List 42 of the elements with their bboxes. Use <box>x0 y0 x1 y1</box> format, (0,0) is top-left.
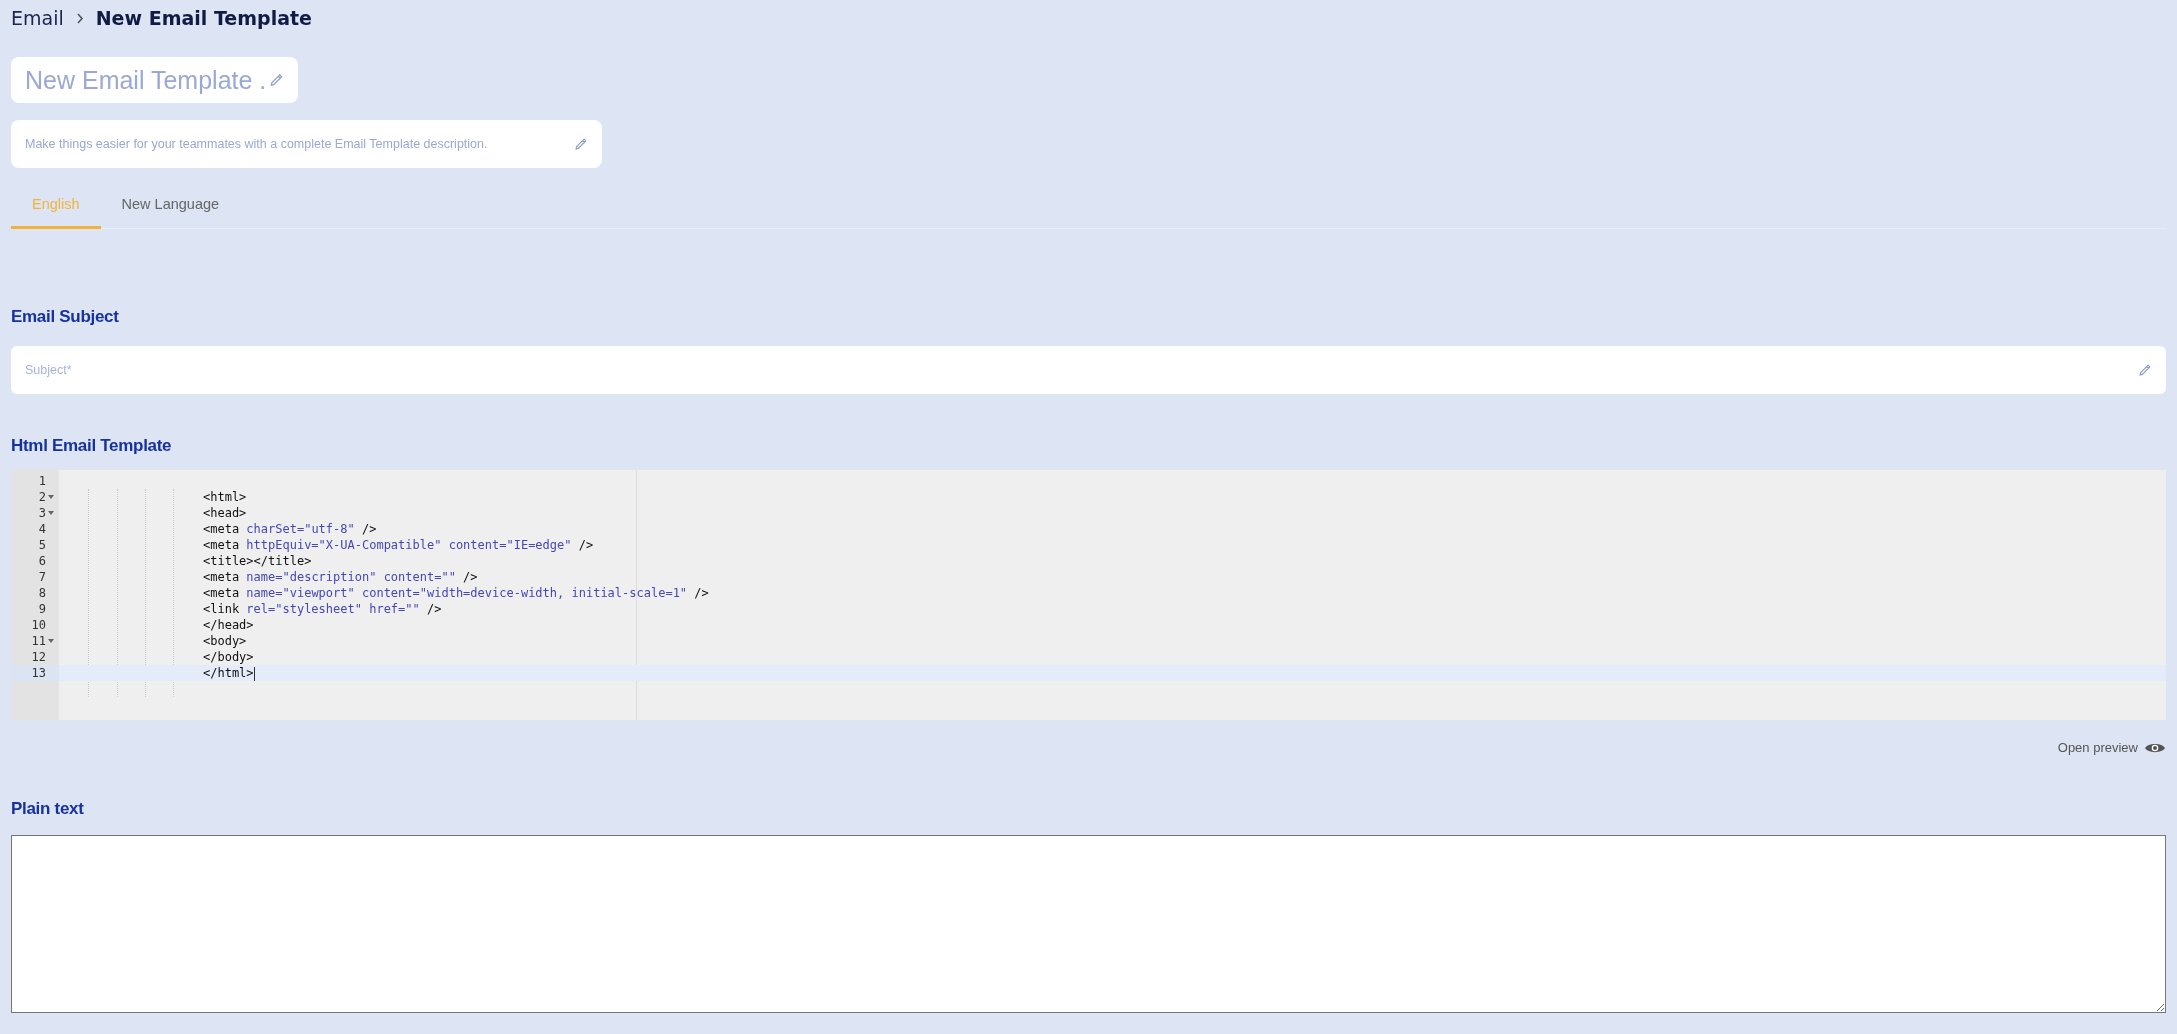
line-number: 12 <box>31 649 46 665</box>
line-number: 13 <box>31 665 46 681</box>
section-heading: Html Email Template <box>11 436 173 456</box>
title-input[interactable]: New Email Template . <box>25 57 265 103</box>
line-number: 4 <box>38 521 46 537</box>
code-line: </head> <box>203 618 254 632</box>
line-number: 1 <box>38 473 46 489</box>
breadcrumb-link[interactable]: Email <box>11 7 64 29</box>
code-line: </html> <box>203 666 254 680</box>
line-number: 5 <box>38 537 46 553</box>
line-number: 8 <box>38 585 46 601</box>
code-line: <head> <box>203 506 247 520</box>
caret-icon[interactable] <box>48 639 54 643</box>
chevron-right-icon <box>75 12 84 24</box>
caret-icon[interactable] <box>48 511 54 515</box>
plain-text-field[interactable] <box>11 835 2166 1013</box>
code-line: <title></title> <box>203 554 312 568</box>
code-line: <body> <box>203 634 247 648</box>
line-number: 6 <box>38 553 46 569</box>
line-number: 9 <box>38 601 46 617</box>
code-line: <link rel="stylesheet" href="" /> <box>203 602 442 616</box>
line-number: 3 <box>38 505 46 521</box>
language-tab[interactable]: New Language <box>100 184 241 229</box>
code-line: <meta httpEquiv="X-UA-Compatible" content="IE=edge" /> <box>203 538 594 552</box>
title-field[interactable]: New Email Template . <box>11 57 298 103</box>
caret-icon[interactable] <box>48 495 54 499</box>
line-number: 7 <box>38 569 46 585</box>
line-number: 10 <box>31 617 46 633</box>
section-heading: Plain text <box>11 799 85 819</box>
code-line: <html> <box>203 490 247 504</box>
line-number: 2 <box>38 489 46 505</box>
breadcrumb-current: New Email Template <box>95 7 312 29</box>
open-preview-link[interactable]: Open preview <box>2057 740 2166 755</box>
code-line: <meta name="viewport" content="width=device-width, initial-scale=1" /> <box>203 586 709 600</box>
pencil-icon[interactable] <box>269 72 284 88</box>
code-line: <meta name="description" content="" /> <box>203 570 478 584</box>
pencil-icon[interactable] <box>2138 363 2152 377</box>
code-line: <meta charSet="utf-8" /> <box>203 522 377 536</box>
section-heading: Email Subject <box>11 307 120 327</box>
line-number: 11 <box>31 633 46 649</box>
code-line: </body> <box>203 650 254 664</box>
pencil-icon[interactable] <box>574 137 588 151</box>
